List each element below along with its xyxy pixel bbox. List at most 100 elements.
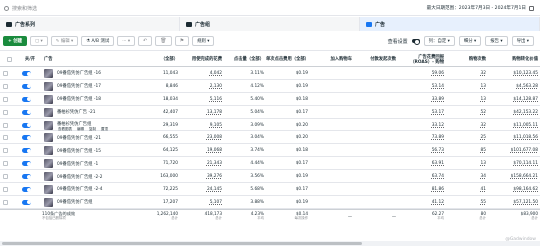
col-purchases[interactable]: 购物次数 bbox=[446, 51, 488, 68]
ad-name-label[interactable]: 09番茄凭仿广告组 -2-2 bbox=[57, 174, 102, 180]
cell-add-to-cart bbox=[310, 106, 354, 119]
ad-name-label[interactable]: 09番茄凭仿广告组 -16 bbox=[57, 70, 101, 76]
table-row[interactable]: 09番茄凭仿广告组 -2-2 163,000 39,276 3.56% $0.19 63.… bbox=[0, 170, 540, 184]
ad-name[interactable]: 番柏衫凭仿广告 -21 bbox=[57, 106, 138, 119]
reports-button[interactable]: 报告 ▾ bbox=[485, 36, 508, 46]
tag-button[interactable]: ⚑ bbox=[174, 36, 190, 46]
table-row[interactable]: 09番茄凭仿广告组 17,207 5,107 3.88% $0.19 41.12 55 $57… bbox=[0, 196, 540, 209]
cell-roas: 33.12 bbox=[398, 119, 446, 132]
ad-name[interactable]: 09番茄凭仿广告组 -21 bbox=[57, 131, 138, 144]
ad-toggle[interactable] bbox=[22, 148, 31, 154]
ad-name[interactable]: 09番茄凭仿广告组 -15 bbox=[57, 144, 138, 157]
col-cpc[interactable]: 单次点击费用（全部） bbox=[266, 51, 310, 68]
ad-toggle[interactable] bbox=[22, 174, 31, 180]
col-spend[interactable]: 用使完成的花费 bbox=[180, 51, 224, 68]
cell-cpc-value: $0.20 bbox=[295, 135, 308, 141]
row-checkbox[interactable] bbox=[3, 199, 8, 205]
col-onoff[interactable]: 关/开 bbox=[20, 51, 42, 68]
ad-name[interactable]: 09番茄凭仿广告组 -17 bbox=[57, 80, 138, 93]
table-row[interactable]: 09番茄凭仿广告组 -18 18,034 5,116 5.40% $0.18 33.89 1… bbox=[0, 93, 540, 106]
col-clicks[interactable]: 点击量（全部） bbox=[224, 51, 266, 68]
col-ad-name[interactable]: 广告 bbox=[42, 51, 138, 68]
ad-name-label[interactable]: 09番茄凭仿广告组 bbox=[57, 199, 93, 205]
ad-toggle[interactable] bbox=[22, 122, 31, 128]
row-checkbox[interactable] bbox=[3, 96, 8, 102]
table-row[interactable]: 09番茄凭仿广告组 -21 66,555 23,008 3.04% $0.20 73.89… bbox=[0, 131, 540, 145]
folder-icon bbox=[6, 21, 12, 27]
select-all-checkbox[interactable] bbox=[6, 57, 12, 62]
export-button[interactable]: 导出 ▾ bbox=[511, 36, 534, 46]
cell-purchase-value-value: $101,677.08 bbox=[510, 148, 538, 154]
table-row[interactable]: 09番茄凭仿广告组 -1 71,720 21,343 4.44% $0.17 63.91 1… bbox=[0, 157, 540, 171]
ad-thumbnail bbox=[44, 133, 53, 143]
col-purchase-value[interactable]: 购物转化价值 bbox=[488, 51, 540, 68]
tab-ads[interactable]: 广告 bbox=[360, 17, 540, 31]
cell-clicks: 3.11% bbox=[224, 67, 266, 80]
table-row[interactable]: 09番茄凭仿广告组 -2-4 72,225 24,145 5.68% $0.17 81.8… bbox=[0, 183, 540, 196]
ad-name[interactable]: 09番茄凭仿广告组 -2-4 bbox=[57, 183, 138, 196]
col-all[interactable]: （全部） bbox=[138, 51, 180, 68]
tab-campaigns[interactable]: 广告系列 bbox=[0, 17, 180, 31]
row-checkbox[interactable] bbox=[3, 71, 8, 76]
date-range-picker[interactable]: 最大日期范围：2023年7月3日 - 2024年7月1日 bbox=[427, 5, 534, 11]
ad-name-label[interactable]: 09番茄凭仿广告组 -2-4 bbox=[57, 186, 102, 192]
view-toggle[interactable] bbox=[411, 39, 420, 45]
ad-thumbnail bbox=[44, 185, 53, 195]
horizontal-scrollbar[interactable] bbox=[0, 241, 540, 246]
ad-name[interactable]: 09番茄凭仿广告组 -16 bbox=[57, 67, 138, 80]
more-button[interactable]: ··· ▾ bbox=[117, 36, 136, 46]
table-row[interactable]: 番柏衫凭仿广告 -21 42,407 13,178 5.04% $0.17 53.17 52… bbox=[0, 106, 540, 119]
breakdown-button[interactable]: 细分 ▾ bbox=[458, 36, 482, 46]
ab-test-button[interactable]: ⚗ A/B 测试 bbox=[81, 36, 115, 46]
ad-toggle[interactable] bbox=[22, 161, 31, 167]
row-checkbox[interactable] bbox=[3, 122, 8, 128]
scrollbar-thumb[interactable] bbox=[2, 242, 362, 245]
ad-toggle[interactable] bbox=[22, 96, 31, 102]
table-row[interactable]: 番柏衫凭仿广告组 查看图表 编辑 复制 置顶 29,319 9,105 3.09% $0.20 3… bbox=[0, 119, 540, 132]
ad-name[interactable]: 09番茄凭仿广告组 -18 bbox=[57, 93, 138, 106]
columns-button[interactable]: 列：自定 ▾ bbox=[423, 36, 455, 46]
cell-add-to-cart bbox=[310, 80, 354, 93]
delete-button[interactable]: 🗑 bbox=[155, 36, 172, 46]
duplicate-button[interactable]: ▢ ▾ bbox=[30, 36, 48, 46]
ad-name-label[interactable]: 09番茄凭仿广告组 -18 bbox=[57, 96, 101, 102]
ad-name[interactable]: 09番茄凭仿广告组 -2-2 bbox=[57, 170, 138, 183]
ad-name-label[interactable]: 09番茄凭仿广告组 -1 bbox=[57, 161, 98, 167]
ad-toggle[interactable] bbox=[22, 135, 31, 141]
create-button[interactable]: + 创建 bbox=[3, 36, 27, 46]
ad-name-label[interactable]: 09番茄凭仿广告组 -17 bbox=[57, 83, 101, 89]
table-row[interactable]: 09番茄凭仿广告组 -16 11,043 4,042 3.11% $0.19 59.06 3… bbox=[0, 67, 540, 80]
cell-roas: 41.12 bbox=[398, 196, 446, 209]
row-checkbox[interactable] bbox=[3, 161, 8, 167]
col-checkouts[interactable]: 付款发起次数 bbox=[354, 51, 398, 68]
search-bar[interactable]: 搜索和筛选 bbox=[4, 4, 384, 13]
col-add-to-cart[interactable]: 加入购物车 bbox=[310, 51, 354, 68]
ad-name-label[interactable]: 09番茄凭仿广告组 -15 bbox=[57, 148, 101, 154]
ad-toggle[interactable] bbox=[22, 109, 31, 115]
ad-toggle[interactable] bbox=[22, 71, 31, 76]
ad-toggle[interactable] bbox=[22, 83, 31, 89]
ad-toggle[interactable] bbox=[22, 187, 31, 193]
tab-adsets[interactable]: 广告组 bbox=[180, 17, 360, 31]
row-checkbox[interactable] bbox=[3, 174, 8, 180]
ad-name[interactable]: 09番茄凭仿广告组 -1 bbox=[57, 157, 138, 170]
row-checkbox[interactable] bbox=[3, 109, 8, 115]
col-select[interactable] bbox=[0, 51, 20, 68]
ad-toggle[interactable] bbox=[22, 199, 31, 205]
ad-name-label[interactable]: 番柏衫凭仿广告 -21 bbox=[57, 109, 95, 115]
col-roas[interactable]: 广告花费回报（ROAS）- 购物 bbox=[398, 51, 446, 68]
search-input[interactable]: 搜索和筛选 bbox=[12, 5, 37, 12]
edit-button[interactable]: ✎ 编辑 ▾ bbox=[50, 36, 79, 46]
row-checkbox[interactable] bbox=[3, 148, 8, 154]
row-checkbox[interactable] bbox=[3, 83, 8, 89]
rules-button[interactable]: 规则 ▾ bbox=[192, 36, 215, 46]
table-row[interactable]: 09番茄凭仿广告组 -15 64,125 19,068 3.74% $0.18 56.73… bbox=[0, 144, 540, 158]
undo-button[interactable]: ↶ bbox=[138, 36, 153, 46]
cell-clicks: 4.44% bbox=[224, 157, 266, 170]
row-checkbox[interactable] bbox=[3, 187, 8, 193]
ad-name-label[interactable]: 09番茄凭仿广告组 -21 bbox=[57, 135, 101, 141]
table-row[interactable]: 09番茄凭仿广告组 -17 8,846 2,130 4.12% $0.19 53.14 13… bbox=[0, 80, 540, 93]
cell-purchases-value: 32 bbox=[480, 122, 486, 128]
ad-name[interactable]: 09番茄凭仿广告组 bbox=[57, 196, 138, 209]
row-checkbox[interactable] bbox=[3, 135, 8, 141]
